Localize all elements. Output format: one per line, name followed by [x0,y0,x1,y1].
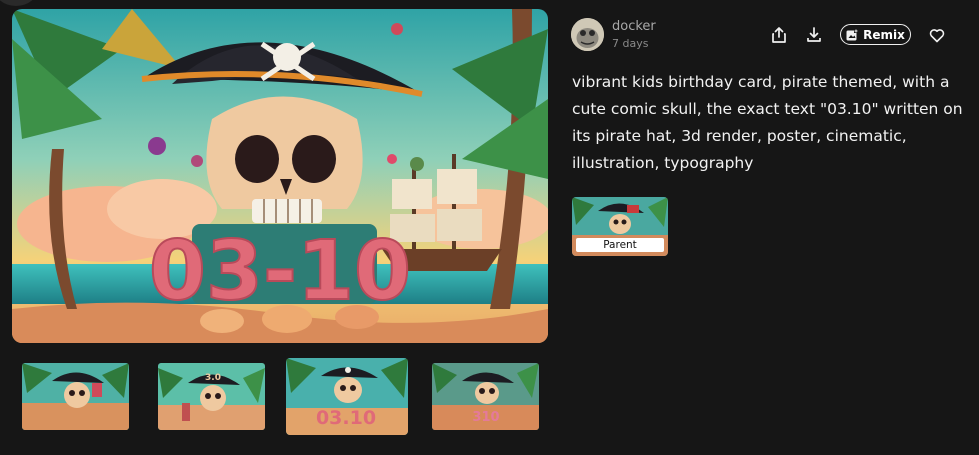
thumbnail-2-label: 3.0 [205,373,221,383]
thumbnail-3-label: 03.10 [316,407,376,429]
remix-icon [846,28,859,40]
share-button[interactable] [768,24,790,46]
variation-thumbnail-3-selected[interactable]: 03.10 [286,358,408,435]
parent-image-card[interactable]: Parent [572,197,668,256]
share-icon [772,27,786,43]
top-avatar-fragment [0,0,38,6]
main-image-number: 03-10 [149,224,411,319]
prompt-text: vibrant kids birthday card, pirate theme… [572,73,963,172]
main-generated-image[interactable]: 03-10 [12,9,548,343]
thumbnail-4-label: 310 [472,410,499,425]
variation-thumbnail-2[interactable]: 3.0 [158,363,265,430]
parent-label: Parent [576,238,664,252]
heart-icon [929,28,945,42]
author-username[interactable]: docker [612,19,656,34]
variation-thumbnail-1[interactable] [22,363,129,430]
download-icon [807,27,821,42]
download-button[interactable] [803,24,825,46]
post-time-ago: 7 days [612,37,649,50]
like-button[interactable] [926,24,948,46]
remix-label: Remix [863,27,905,42]
variation-thumbnail-4[interactable]: 310 [432,363,539,430]
author-avatar[interactable] [571,18,604,51]
remix-button[interactable]: Remix [840,24,911,45]
